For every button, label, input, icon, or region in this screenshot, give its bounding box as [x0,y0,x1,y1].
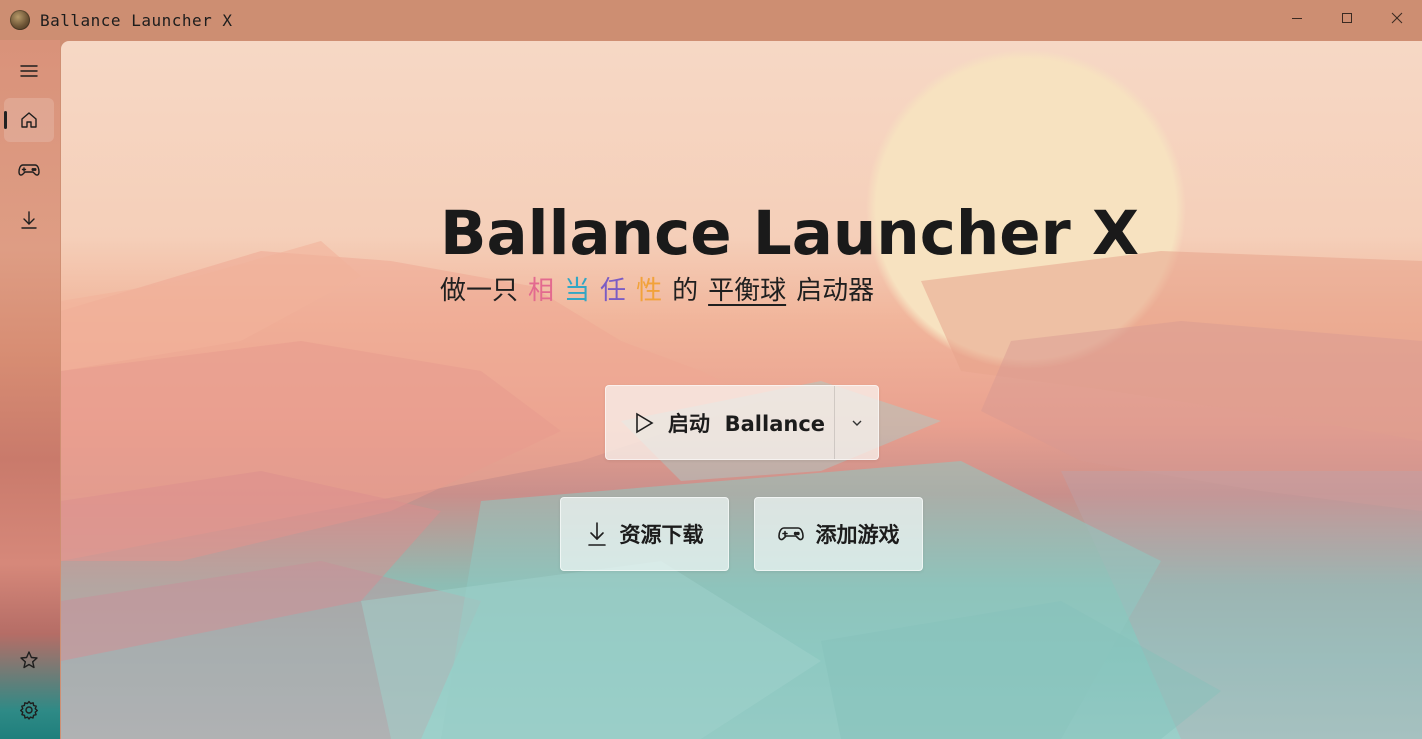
nav-item-downloads[interactable] [4,198,54,242]
home-page: Ballance Launcher X 做一只相当任性的平衡球 启动器 启动 Ba… [61,41,1422,739]
menu-toggle-button[interactable] [4,49,54,93]
nav-item-favorites[interactable] [4,638,54,682]
hamburger-menu-icon [20,65,38,77]
home-icon [21,112,37,128]
resource-download-button[interactable]: 资源下载 [560,497,729,571]
nav-item-settings[interactable] [4,688,54,732]
maximize-button[interactable] [1322,0,1372,36]
nav-item-home[interactable] [4,98,54,142]
maximize-icon [1342,13,1352,23]
star-icon [20,651,38,669]
launch-split-button: 启动 Ballance [605,385,879,460]
subtitle-word: 启动器 [796,276,875,306]
subtitle-word-colored: 任 [600,276,627,306]
gamepad-icon [777,527,804,541]
subtitle-word-colored: 性 [636,276,663,306]
launch-options-dropdown[interactable] [835,386,878,459]
hero-section: Ballance Launcher X 做一只相当任性的平衡球 启动器 [440,199,1140,309]
subtitle-word-underlined: 平衡球 [708,276,787,306]
download-icon [587,522,606,546]
download-label: 资源下载 [619,523,704,547]
download-icon [21,211,37,229]
hero-title: Ballance Launcher X [440,198,1140,269]
selection-indicator [4,111,7,129]
close-icon [1391,12,1403,24]
navigation-sidebar [0,40,60,739]
play-icon [636,412,654,433]
gamepad-icon [18,164,40,176]
nav-item-games[interactable] [4,148,54,192]
subtitle-word-colored: 相 [528,276,555,306]
add-game-label: 添加游戏 [815,523,900,547]
minimize-icon [1292,18,1302,19]
gear-icon [20,700,38,720]
subtitle-word: 做一只 [440,276,519,306]
launch-label: 启动 Ballance [668,411,826,436]
subtitle-word: 的 [672,276,699,306]
chevron-down-icon [852,420,861,426]
window-title: Ballance Launcher X [40,10,233,30]
launch-ballance-button[interactable]: 启动 Ballance [606,386,834,459]
hero-subtitle: 做一只相当任性的平衡球 启动器 [440,273,1140,309]
title-bar: Ballance Launcher X [0,0,1422,40]
app-ball-icon [10,10,30,30]
add-game-button[interactable]: 添加游戏 [754,497,923,571]
close-button[interactable] [1372,0,1422,36]
minimize-button[interactable] [1272,0,1322,36]
subtitle-word-colored: 当 [564,276,591,306]
